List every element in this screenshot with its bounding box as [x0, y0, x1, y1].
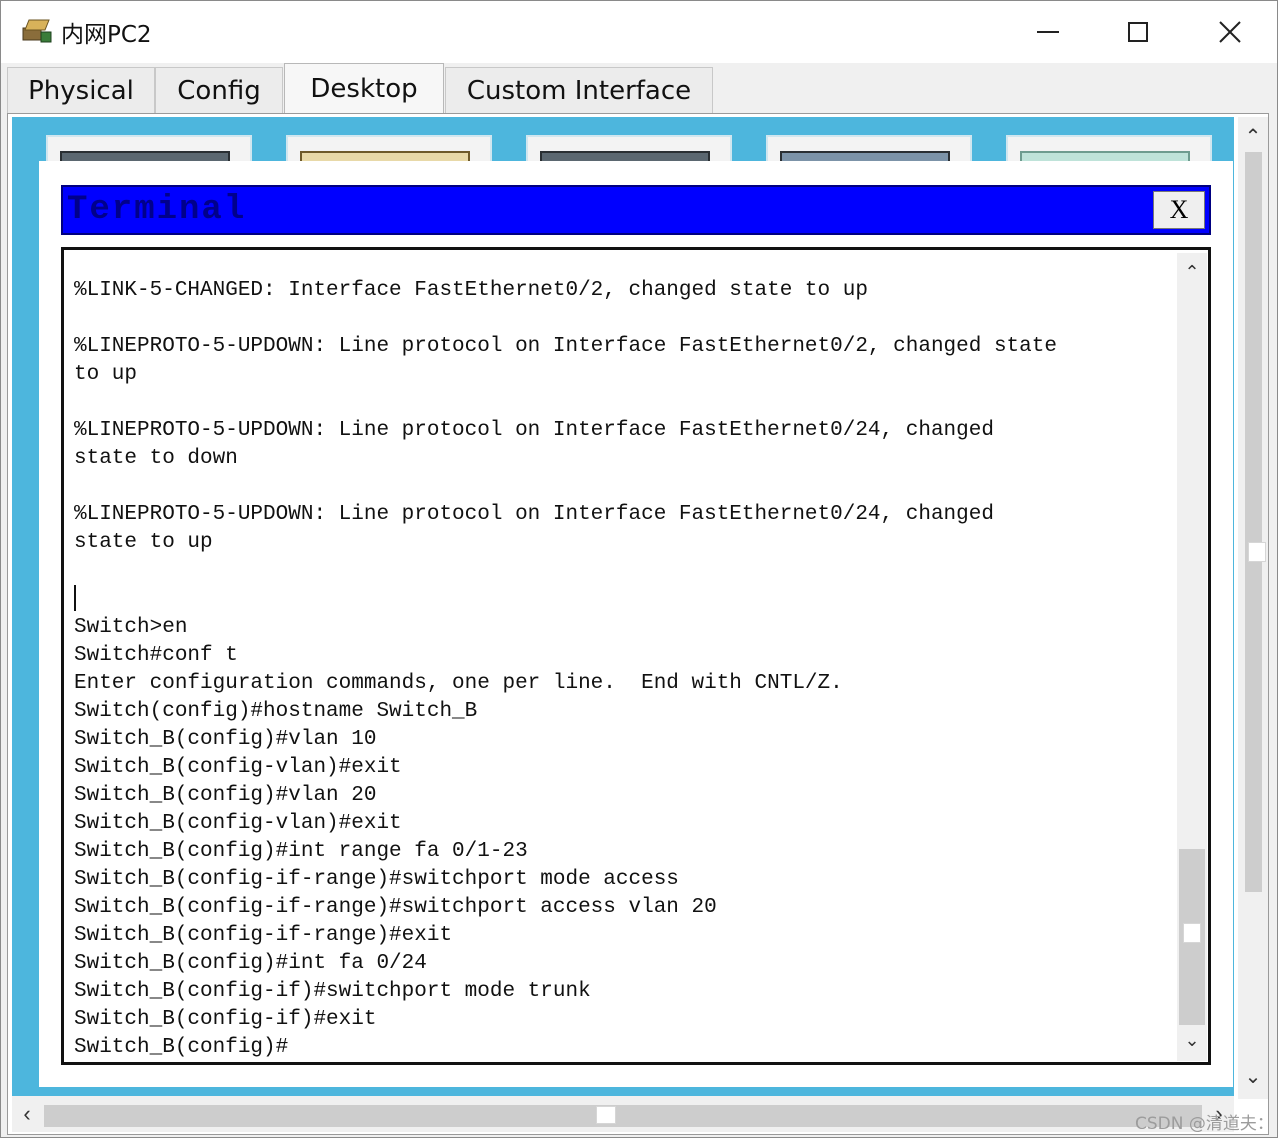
terminal-line: %LINK-5-CHANGED: Interface FastEthernet0… [74, 279, 868, 302]
terminal-line: %LINEPROTO-5-UPDOWN: Line protocol on In… [74, 335, 1057, 358]
terminal-line: Switch_B(config-vlan)#exit [74, 755, 402, 779]
maximize-icon [1128, 22, 1148, 42]
terminal-line: Switch_B(config-if-range)#switchport mod… [74, 867, 679, 891]
scroll-thumb[interactable] [1179, 849, 1205, 1025]
scroll-thumb[interactable] [1245, 152, 1266, 892]
terminal-line [74, 585, 1169, 614]
tab-bar: Physical Config Desktop Custom Interface [7, 63, 1267, 113]
scroll-down-icon[interactable]: ⌄ [1177, 1025, 1207, 1055]
terminal-output[interactable]: %LINK-5-CHANGED: Interface FastEthernet0… [74, 277, 1169, 1062]
tab-physical[interactable]: Physical [7, 67, 155, 113]
terminal-line: state to up [74, 531, 213, 554]
terminal-title-bar: Terminal X [61, 185, 1211, 235]
terminal-line: Switch_B(config-if-range)#exit [74, 923, 453, 947]
terminal-console[interactable]: %LINK-5-CHANGED: Interface FastEthernet0… [61, 247, 1211, 1065]
terminal-line: state to down [74, 447, 238, 470]
terminal-line: Switch#conf t [74, 643, 238, 667]
terminal-title: Terminal [67, 191, 247, 229]
terminal-panel: Terminal X %LINK-5-CHANGED: Interface Fa… [39, 161, 1233, 1087]
terminal-line: to up [74, 363, 138, 386]
terminal-line: Switch_B(config-vlan)#exit [74, 811, 402, 835]
terminal-line: Switch>en [74, 615, 188, 639]
tab-custom-interface[interactable]: Custom Interface [445, 67, 713, 113]
scroll-up-icon[interactable]: ⌃ [1177, 257, 1207, 287]
terminal-line: %LINEPROTO-5-UPDOWN: Line protocol on In… [74, 503, 994, 526]
desktop-vertical-scrollbar[interactable]: ⌃ ⌄ [1238, 117, 1268, 1099]
terminal-line: Switch(config)#hostname Switch_B [74, 699, 478, 723]
close-icon [1219, 21, 1241, 43]
title-bar[interactable]: 内网PC2 [1, 1, 1277, 63]
terminal-close-button[interactable]: X [1153, 191, 1205, 229]
terminal-line: Switch_B(config)#int range fa 0/1-23 [74, 839, 528, 863]
minimize-button[interactable] [1025, 9, 1071, 55]
maximize-button[interactable] [1115, 9, 1161, 55]
app-window: 内网PC2 Physical Config Desktop Custom Int… [0, 0, 1278, 1138]
terminal-line: %LINEPROTO-5-UPDOWN: Line protocol on In… [74, 419, 994, 442]
tab-desktop[interactable]: Desktop [284, 63, 444, 113]
scroll-thumb[interactable] [44, 1105, 1202, 1127]
desktop-horizontal-scrollbar[interactable]: ‹ › [12, 1096, 1234, 1132]
window-title: 内网PC2 [61, 22, 152, 48]
terminal-line: Switch_B(config-if)#switchport mode trun… [74, 979, 591, 1003]
terminal-line: Switch_B(config)#vlan 10 [74, 727, 377, 751]
watermark: CSDN @清道夫： [1135, 1114, 1274, 1134]
scroll-down-icon[interactable]: ⌄ [1238, 1061, 1268, 1091]
close-button[interactable] [1207, 9, 1253, 55]
terminal-line: Switch_B(config)# [74, 1035, 289, 1059]
terminal-line: Enter configuration commands, one per li… [74, 671, 843, 695]
scroll-left-icon[interactable]: ‹ [12, 1096, 42, 1132]
packet-tracer-icon [22, 19, 52, 43]
terminal-scrollbar[interactable]: ⌃ ⌄ [1177, 253, 1207, 1061]
terminal-line: Switch_B(config-if-range)#switchport acc… [74, 895, 717, 919]
text-cursor [74, 585, 76, 611]
terminal-line: Switch_B(config)#vlan 20 [74, 783, 377, 807]
minimize-icon [1037, 31, 1059, 33]
terminal-line: Switch_B(config)#int fa 0/24 [74, 951, 427, 975]
terminal-line: Switch_B(config-if)#exit [74, 1007, 377, 1031]
tab-config[interactable]: Config [155, 67, 283, 113]
scroll-up-icon[interactable]: ⌃ [1238, 121, 1268, 151]
